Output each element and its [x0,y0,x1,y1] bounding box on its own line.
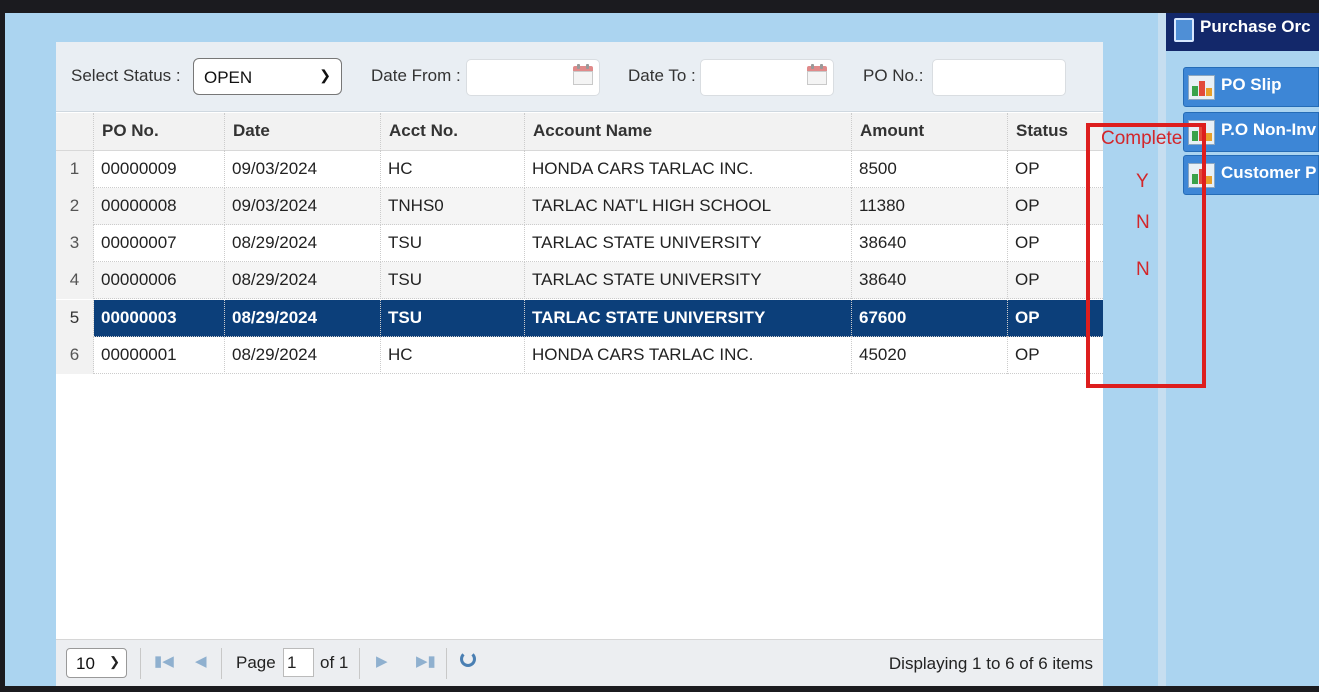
pager-divider [140,648,141,679]
panel-title-text: Purchase Orc [1200,17,1311,36]
pager-divider [446,648,447,679]
cell-acct-no: TSU [381,262,525,299]
column-header-date[interactable]: Date [225,113,381,151]
grid-header: PO No. Date Acct No. Account Name Amount… [56,113,1103,151]
cell-acct-no: TSU [381,300,525,337]
chevron-down-icon: ❯ [109,654,120,669]
table-row-selected[interactable]: 5 00000003 08/29/2024 TSU TARLAC STATE U… [56,300,1103,337]
cell-po-no: 00000007 [94,225,225,262]
cell-date: 08/29/2024 [225,300,381,337]
pagination-bar: 10 ❯ ▮◀ ◀ Page 1 of 1 ▶ ▶▮ Displaying 1 … [56,639,1103,686]
cell-account-name: TARLAC STATE UNIVERSITY [525,300,852,337]
cell-po-no: 00000006 [94,262,225,299]
status-select[interactable]: OPEN ❯ [193,58,342,95]
cell-amount: 38640 [852,262,1008,299]
table-row[interactable]: 3 00000007 08/29/2024 TSU TARLAC STATE U… [56,225,1103,262]
next-page-icon[interactable]: ▶ [376,652,388,670]
cell-amount: 11380 [852,188,1008,225]
cell-date: 09/03/2024 [225,188,381,225]
page-number-value: 1 [287,653,297,672]
row-number: 6 [56,337,94,374]
cell-account-name: HONDA CARS TARLAC INC. [525,151,852,188]
table-row[interactable]: 2 00000008 09/03/2024 TNHS0 TARLAC NAT'L… [56,188,1103,225]
cell-date: 08/29/2024 [225,225,381,262]
cell-amount: 45020 [852,337,1008,374]
row-number: 3 [56,225,94,262]
page-size-select[interactable]: 10 ❯ [66,648,127,678]
cell-account-name: TARLAC STATE UNIVERSITY [525,225,852,262]
table-row[interactable]: 6 00000001 08/29/2024 HC HONDA CARS TARL… [56,337,1103,374]
cell-po-no: 00000008 [94,188,225,225]
cell-account-name: TARLAC NAT'L HIGH SCHOOL [525,188,852,225]
po-slip-label: PO Slip [1221,75,1282,94]
cell-po-no: 00000009 [94,151,225,188]
annotation-value: N [1136,212,1150,233]
cell-po-no: 00000003 [94,300,225,337]
po-list-panel: Select Status : OPEN ❯ Date From : Date … [56,42,1103,686]
row-number: 1 [56,151,94,188]
page-count-label: of 1 [320,653,349,672]
panel-title: Purchase Orc [1166,13,1319,51]
cell-po-no: 00000001 [94,337,225,374]
row-number: 4 [56,262,94,299]
po-non-inv-label: P.O Non-Inv [1221,120,1317,139]
table-row[interactable]: 1 00000009 09/03/2024 HC HONDA CARS TARL… [56,151,1103,188]
page-number-input[interactable]: 1 [283,648,314,677]
annotation-header: Complete [1101,128,1183,149]
cell-acct-no: TNHS0 [381,188,525,225]
column-header-po-no[interactable]: PO No. [94,113,225,151]
cell-amount: 8500 [852,151,1008,188]
cell-acct-no: TSU [381,225,525,262]
purchase-order-icon [1174,18,1194,42]
page-label: Page [236,653,276,672]
po-slip-button[interactable]: PO Slip [1183,67,1319,107]
table-row[interactable]: 4 00000006 08/29/2024 TSU TARLAC STATE U… [56,262,1103,299]
cell-amount: 67600 [852,300,1008,337]
window-bottom-bar [0,686,1319,692]
chevron-down-icon: ❯ [319,67,331,83]
cell-date: 08/29/2024 [225,337,381,374]
row-number: 5 [56,300,94,337]
cell-acct-no: HC [381,151,525,188]
row-number: 2 [56,188,94,225]
annotation-value: Y [1136,171,1149,192]
row-number-header [56,113,94,151]
status-select-value: OPEN [204,68,253,87]
cell-account-name: TARLAC STATE UNIVERSITY [525,262,852,299]
calendar-icon[interactable] [807,64,827,86]
window-top-bar [0,0,1319,13]
po-no-label: PO No.: [863,66,924,85]
pagination-info: Displaying 1 to 6 of 6 items [888,654,1093,673]
customer-label: Customer P [1221,163,1317,182]
report-chart-icon [1188,75,1215,100]
first-page-icon[interactable]: ▮◀ [154,652,174,670]
pager-divider [221,648,222,679]
calendar-icon[interactable] [573,64,593,86]
column-header-amount[interactable]: Amount [852,113,1008,151]
refresh-icon[interactable] [460,651,476,667]
cell-date: 09/03/2024 [225,151,381,188]
column-header-acct-no[interactable]: Acct No. [381,113,525,151]
filter-toolbar: Select Status : OPEN ❯ Date From : Date … [56,42,1103,112]
cell-amount: 38640 [852,225,1008,262]
date-from-field[interactable] [466,59,600,96]
cell-account-name: HONDA CARS TARLAC INC. [525,337,852,374]
date-to-field[interactable] [700,59,834,96]
annotation-value: N [1136,259,1150,280]
prev-page-icon[interactable]: ◀ [195,652,207,670]
page-size-value: 10 [76,654,95,673]
po-no-field[interactable] [932,59,1066,96]
status-label: Select Status : [71,66,181,85]
date-from-label: Date From : [371,66,461,85]
cell-acct-no: HC [381,337,525,374]
last-page-icon[interactable]: ▶▮ [416,652,436,670]
pager-divider [359,648,360,679]
date-to-label: Date To : [628,66,696,85]
column-header-account-name[interactable]: Account Name [525,113,852,151]
annotation-box [1086,123,1206,388]
cell-date: 08/29/2024 [225,262,381,299]
